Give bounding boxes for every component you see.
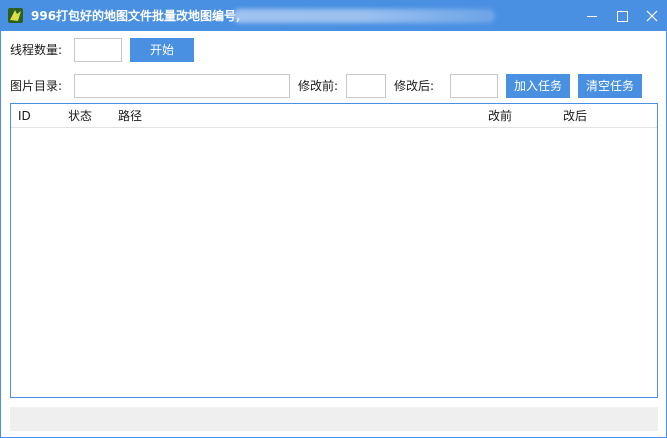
task-list[interactable]: ID 状态 路径 改前 改后 [10, 103, 658, 398]
title-bar[interactable]: 996打包好的地图文件批量改地图编号, [1, 1, 666, 31]
after-input[interactable] [450, 74, 498, 98]
clear-tasks-button[interactable]: 清空任务 [578, 74, 642, 98]
column-header-path[interactable]: 路径 [118, 104, 142, 128]
column-header-after[interactable]: 改后 [563, 104, 587, 128]
after-label: 修改后: [394, 79, 435, 93]
before-label: 修改前: [298, 79, 339, 93]
close-icon [646, 10, 658, 22]
start-button[interactable]: 开始 [130, 38, 194, 62]
image-dir-label: 图片目录: [10, 79, 63, 93]
column-header-before[interactable]: 改前 [488, 104, 512, 128]
close-button[interactable] [637, 1, 666, 31]
add-task-button[interactable]: 加入任务 [506, 74, 570, 98]
image-dir-input[interactable] [74, 74, 290, 98]
column-header-status[interactable]: 状态 [68, 104, 92, 128]
column-header-id[interactable]: ID [18, 104, 31, 128]
status-bar [10, 407, 658, 431]
before-input[interactable] [346, 74, 386, 98]
thread-count-label: 线程数量: [10, 43, 63, 57]
task-list-header: ID 状态 路径 改前 改后 [11, 104, 657, 128]
main-window: 996打包好的地图文件批量改地图编号, 线程数量: 开始 图片目录: 修改前: … [0, 0, 667, 438]
minimize-button[interactable] [577, 1, 607, 31]
window-title: 996打包好的地图文件批量改地图编号, [31, 9, 241, 23]
maximize-button[interactable] [607, 1, 637, 31]
maximize-icon [617, 11, 628, 22]
title-redacted-area [233, 9, 495, 23]
minimize-icon [587, 16, 597, 17]
app-icon [8, 8, 23, 23]
thread-count-input[interactable] [74, 38, 122, 62]
